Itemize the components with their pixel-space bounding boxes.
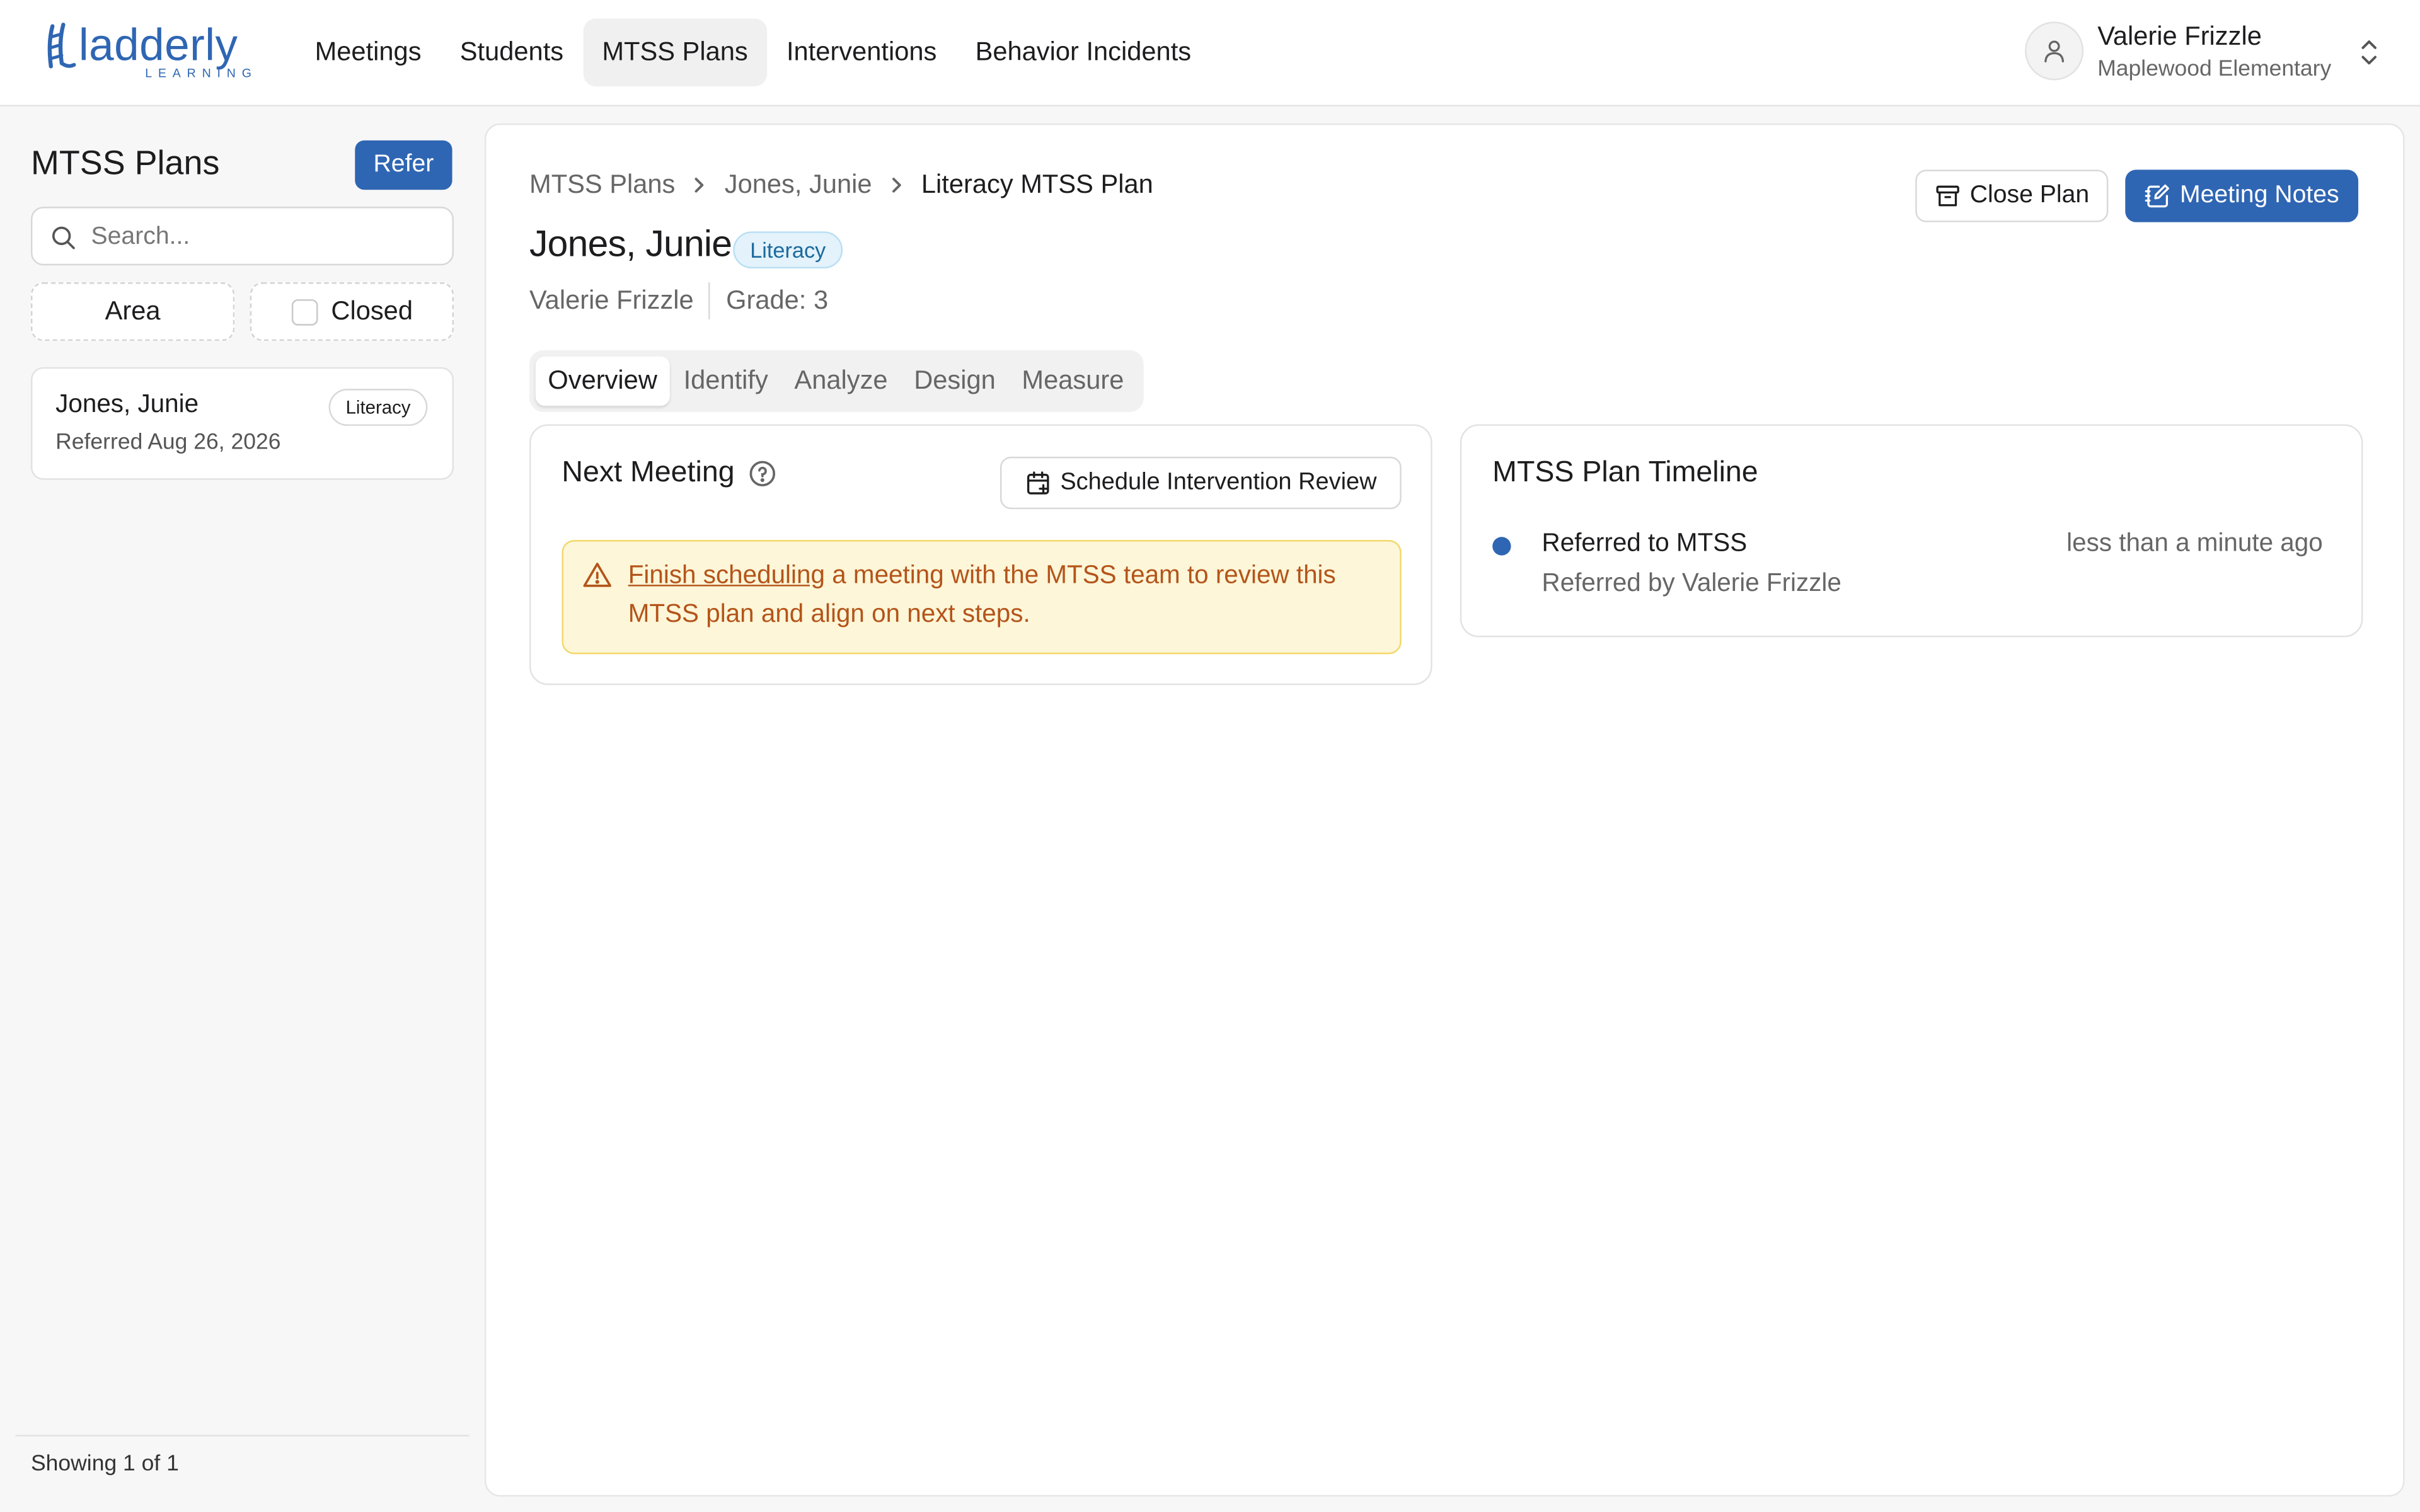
nav-interventions[interactable]: Interventions — [768, 18, 955, 86]
timeline-event-author: Referred by Valerie Frizzle — [1541, 569, 1841, 597]
close-plan-label: Close Plan — [1969, 181, 2090, 209]
area-filter-button[interactable]: Area — [30, 282, 235, 341]
top-nav-bar: ladderly LEARNING Meetings Students MTSS… — [0, 0, 2420, 106]
brand-logo[interactable]: ladderly LEARNING — [43, 21, 251, 83]
user-school: Maplewood Elementary — [2097, 57, 2332, 82]
nav-mtss-plans[interactable]: MTSS Plans — [583, 18, 767, 87]
sidebar-title: MTSS Plans — [30, 143, 220, 182]
timeline-title: MTSS Plan Timeline — [1492, 456, 1758, 490]
nav-behavior-incidents[interactable]: Behavior Incidents — [957, 18, 1209, 86]
next-meeting-heading: Next Meeting — [562, 457, 778, 491]
next-meeting-card: Next Meeting Schedule Intervention Revie… — [529, 424, 1432, 685]
brand-name: ladderly — [78, 21, 238, 71]
plan-referred-date: Referred Aug 26, 2026 — [55, 430, 281, 455]
closed-filter-toggle[interactable]: Closed — [250, 282, 454, 341]
timeline-event: Referred to MTSS — [1541, 529, 1748, 558]
notebook-pen-icon — [2145, 184, 2170, 208]
area-badge: Literacy — [733, 231, 843, 269]
tab-identify[interactable]: Identify — [671, 357, 780, 406]
ladder-logo-icon — [47, 23, 76, 69]
closed-checkbox[interactable] — [291, 298, 318, 325]
tab-analyze[interactable]: Analyze — [782, 357, 900, 406]
next-meeting-title: Next Meeting — [562, 456, 735, 490]
meta-divider — [709, 282, 711, 319]
search-input[interactable] — [88, 217, 442, 258]
refer-button[interactable]: Refer — [355, 140, 452, 190]
timeline-dot — [1492, 537, 1511, 556]
warning-message: Finish scheduling a meeting with the MTS… — [628, 557, 1392, 634]
timeline-event-time: less than a minute ago — [2066, 529, 2323, 558]
meeting-notes-button[interactable]: Meeting Notes — [2125, 169, 2359, 222]
tab-design[interactable]: Design — [902, 357, 1008, 406]
calendar-plus-icon — [1027, 471, 1049, 495]
main-nav: Meetings Students MTSS Plans Interventio… — [296, 18, 1211, 87]
help-circle-icon[interactable] — [747, 458, 778, 489]
breadcrumb-mtss-plans[interactable]: MTSS Plans — [529, 169, 675, 200]
sidebar-divider — [15, 1435, 470, 1437]
plan-student-name: Jones, Junie — [55, 390, 199, 418]
chevrons-up-down-icon[interactable] — [2358, 37, 2380, 68]
results-count: Showing 1 of 1 — [30, 1452, 179, 1477]
breadcrumb-student[interactable]: Jones, Junie — [725, 169, 872, 200]
chevron-right-icon — [881, 169, 912, 200]
user-menu[interactable]: Valerie Frizzle Maplewood Elementary — [2025, 21, 2395, 86]
schedule-intervention-review-button[interactable]: Schedule Intervention Review — [1000, 456, 1402, 510]
search-icon — [52, 226, 75, 249]
plan-timeline-card: MTSS Plan Timeline Referred to MTSS Refe… — [1460, 424, 2363, 638]
finish-scheduling-link[interactable]: Finish scheduling — [628, 561, 825, 589]
avatar — [2025, 21, 2084, 81]
plans-sidebar: MTSS Plans Refer Area Closed Jones, Juni… — [0, 106, 470, 1512]
search-box — [30, 207, 454, 266]
plan-meta: Valerie Frizzle Grade: 3 — [529, 282, 828, 319]
tab-measure[interactable]: Measure — [1010, 357, 1136, 406]
user-name: Valerie Frizzle — [2097, 21, 2262, 51]
user-icon — [2044, 40, 2065, 63]
plan-owner: Valerie Frizzle — [529, 285, 694, 315]
meeting-notes-label: Meeting Notes — [2179, 181, 2339, 209]
breadcrumb: MTSS Plans Jones, Junie Literacy MTSS Pl… — [529, 169, 1153, 200]
page-title: Jones, Junie — [529, 224, 732, 266]
student-grade: Grade: 3 — [726, 285, 829, 315]
plan-area-badge: Literacy — [328, 389, 428, 426]
plan-tabs: Overview Identify Analyze Design Measure — [529, 350, 1144, 412]
breadcrumb-current-plan: Literacy MTSS Plan — [921, 169, 1153, 199]
area-filter-label: Area — [105, 296, 161, 326]
tab-overview[interactable]: Overview — [535, 356, 670, 406]
chevron-right-icon — [684, 169, 715, 200]
close-plan-button[interactable]: Close Plan — [1915, 169, 2109, 222]
plan-list-item[interactable]: Jones, Junie Literacy Referred Aug 26, 2… — [30, 367, 454, 480]
brand-subtitle: LEARNING — [145, 66, 258, 81]
scheduling-warning-alert: Finish scheduling a meeting with the MTS… — [562, 540, 1402, 655]
nav-students[interactable]: Students — [441, 18, 582, 86]
plan-detail-panel: MTSS Plans Jones, Junie Literacy MTSS Pl… — [484, 123, 2405, 1497]
closed-filter-label: Closed — [331, 296, 413, 326]
nav-meetings[interactable]: Meetings — [296, 18, 440, 86]
archive-icon — [1937, 185, 1960, 207]
alert-triangle-icon — [583, 563, 612, 587]
schedule-review-label: Schedule Intervention Review — [1060, 469, 1377, 496]
